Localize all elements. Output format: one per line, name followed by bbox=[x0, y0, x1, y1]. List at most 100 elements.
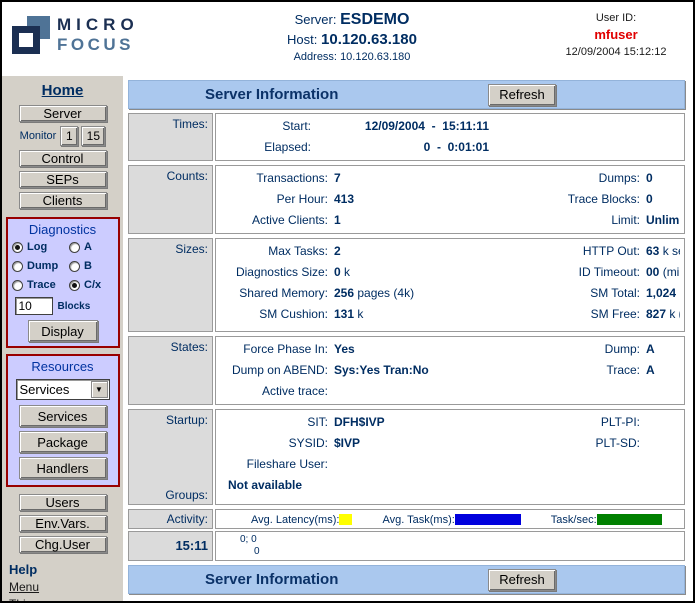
blocks-row: Blocks bbox=[15, 297, 91, 315]
sysid-label: SYSID: bbox=[216, 433, 328, 454]
traceblocks-label: Trace Blocks: bbox=[490, 189, 640, 210]
maxtasks-label: Max Tasks: bbox=[216, 241, 328, 262]
server-name-line: Server: ESDEMO bbox=[227, 11, 477, 29]
activity-label: Activity: bbox=[128, 509, 213, 529]
tracestate-value: A bbox=[646, 360, 680, 381]
sit-label: SIT: bbox=[216, 412, 328, 433]
footer-refresh-button[interactable]: Refresh bbox=[488, 569, 556, 591]
seps-button[interactable]: SEPs bbox=[19, 171, 107, 188]
radio-trace-icon[interactable] bbox=[12, 280, 23, 291]
address-value: 10.120.63.180 bbox=[340, 51, 410, 63]
traceblocks-value: 0 bbox=[646, 189, 680, 210]
fileshareuser-label: Fileshare User: bbox=[216, 454, 328, 475]
radio-log-icon[interactable] bbox=[12, 242, 23, 253]
blocks-input[interactable] bbox=[15, 297, 53, 315]
times-label: Times: bbox=[128, 113, 213, 161]
startup-label-cell: Startup: Groups: bbox=[128, 409, 213, 505]
app-window: MICRO FOCUS Server: ESDEMO Host: 10.120.… bbox=[0, 0, 695, 603]
resources-select[interactable]: Services ▼ bbox=[16, 379, 110, 400]
radio-cx-icon[interactable] bbox=[69, 280, 80, 291]
radio-dump-label: Dump bbox=[27, 260, 58, 272]
activity-sample-row: 15:11 0; 0 0 bbox=[128, 531, 685, 561]
groups-value: Not available bbox=[216, 475, 680, 496]
footer-title: Server Information bbox=[205, 571, 338, 588]
start-value: 12/09/2004 - 15:11:11 bbox=[311, 116, 489, 137]
radio-cx[interactable]: C/x bbox=[69, 279, 113, 291]
logo-square-navy bbox=[12, 26, 40, 54]
server-button[interactable]: Server bbox=[19, 105, 107, 122]
resources-title: Resources bbox=[31, 359, 93, 374]
dumps-label: Dumps: bbox=[490, 168, 640, 189]
control-button[interactable]: Control bbox=[19, 150, 107, 167]
refresh-button[interactable]: Refresh bbox=[488, 84, 556, 106]
sample-values: 0; 0 0 bbox=[215, 531, 685, 561]
httpout-label: HTTP Out: bbox=[490, 241, 640, 262]
sharedmem-value: 256 pages (4k) bbox=[334, 283, 484, 304]
radio-trace[interactable]: Trace bbox=[12, 279, 69, 291]
host-line: Host: 10.120.63.180 bbox=[227, 31, 477, 48]
home-link[interactable]: Home bbox=[42, 82, 84, 99]
avgtask-bar bbox=[455, 514, 521, 525]
monitor-1-button[interactable]: 1 bbox=[60, 126, 78, 146]
pltpi-value bbox=[646, 412, 680, 433]
idtimeout-value: 00 (minutes) bbox=[646, 262, 680, 283]
menu-link[interactable]: Menu bbox=[9, 580, 39, 594]
main-panel: Server Information Refresh Times: Start:… bbox=[123, 76, 693, 601]
datetime: 12/09/2004 15:12:12 bbox=[542, 46, 690, 58]
smtotal-value: 1,024 k bbox=[646, 283, 680, 304]
users-button[interactable]: Users bbox=[19, 494, 107, 511]
maxtasks-value: 2 bbox=[334, 241, 484, 262]
handlers-button[interactable]: Handlers bbox=[19, 457, 107, 479]
radio-a-icon[interactable] bbox=[69, 242, 80, 253]
panel-footer-bar: Server Information Refresh bbox=[128, 565, 685, 594]
diagnostics-radio-grid: Log A Dump B bbox=[12, 241, 113, 291]
smcushion-value: 131 k bbox=[334, 304, 484, 325]
server-info-block: Server: ESDEMO Host: 10.120.63.180 Addre… bbox=[227, 11, 477, 63]
clients-button[interactable]: Clients bbox=[19, 192, 107, 209]
radio-a[interactable]: A bbox=[69, 241, 113, 253]
address-label: Address: bbox=[294, 51, 337, 63]
host-value: 10.120.63.180 bbox=[321, 31, 417, 48]
radio-b[interactable]: B bbox=[69, 260, 113, 272]
dumps-value: 0 bbox=[646, 168, 680, 189]
radio-dump-icon[interactable] bbox=[12, 261, 23, 272]
sizes-row: Sizes: Max Tasks: 2 HTTP Out: 63 k segme… bbox=[128, 238, 685, 332]
sample-time-label: 15:11 bbox=[128, 531, 213, 561]
logo-word-focus: FOCUS bbox=[57, 36, 139, 53]
smcushion-label: SM Cushion: bbox=[216, 304, 328, 325]
this-page-link[interactable]: This page bbox=[9, 597, 62, 601]
diagnostics-title: Diagnostics bbox=[29, 222, 96, 237]
envvars-button[interactable]: Env.Vars. bbox=[19, 515, 107, 532]
display-button[interactable]: Display bbox=[28, 320, 98, 342]
latency-bar bbox=[339, 514, 352, 525]
logo-word-micro: MICRO bbox=[57, 16, 139, 33]
user-info-block: User ID: mfuser 12/09/2004 15:12:12 bbox=[542, 12, 690, 58]
radio-cx-label: C/x bbox=[84, 279, 101, 291]
package-button[interactable]: Package bbox=[19, 431, 107, 453]
limit-label: Limit: bbox=[490, 210, 640, 231]
radio-b-label: B bbox=[84, 260, 92, 272]
tracestate-label: Trace: bbox=[490, 360, 640, 381]
groups-label: Groups: bbox=[129, 488, 208, 502]
radio-log[interactable]: Log bbox=[12, 241, 69, 253]
smfree-label: SM Free: bbox=[490, 304, 640, 325]
monitor-15-button[interactable]: 15 bbox=[81, 126, 105, 146]
services-button[interactable]: Services bbox=[19, 405, 107, 427]
top-header: MICRO FOCUS Server: ESDEMO Host: 10.120.… bbox=[2, 2, 693, 76]
blocks-label: Blocks bbox=[58, 301, 91, 312]
userid-label: User ID: bbox=[542, 12, 690, 24]
panel-header-bar: Server Information Refresh bbox=[128, 80, 685, 109]
start-line: Start: 12/09/2004 - 15:11:11 bbox=[216, 116, 680, 137]
server-label: Server: bbox=[295, 12, 337, 27]
times-values: Start: 12/09/2004 - 15:11:11 Elapsed: 0 … bbox=[215, 113, 685, 161]
diagsize-label: Diagnostics Size: bbox=[216, 262, 328, 283]
chguser-button[interactable]: Chg.User bbox=[19, 536, 107, 553]
transactions-label: Transactions: bbox=[216, 168, 328, 189]
radio-b-icon[interactable] bbox=[69, 261, 80, 272]
radio-dump[interactable]: Dump bbox=[12, 260, 69, 272]
monitor-label: Monitor bbox=[20, 130, 57, 142]
startup-label: Startup: bbox=[129, 413, 208, 427]
resources-select-value: Services bbox=[17, 382, 91, 397]
chevron-down-icon[interactable]: ▼ bbox=[91, 381, 108, 398]
elapsed-value: 0 - 0:01:01 bbox=[311, 137, 489, 158]
